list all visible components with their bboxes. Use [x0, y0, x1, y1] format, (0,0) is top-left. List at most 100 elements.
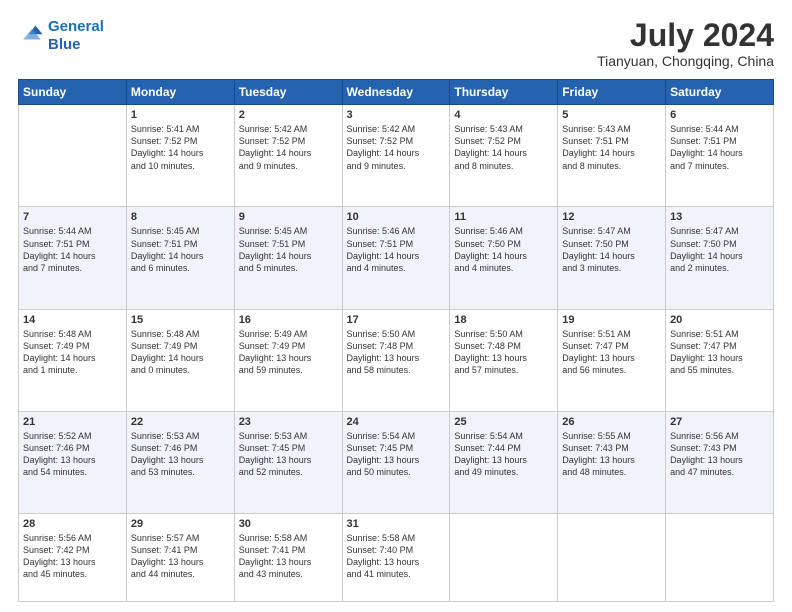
table-row: 2Sunrise: 5:42 AM Sunset: 7:52 PM Daylig…: [234, 105, 342, 207]
calendar-week-row: 14 Sunrise: 5:48 AM Sunset: 7:49 PM Dayli…: [19, 309, 774, 411]
day-number: 26: [562, 416, 661, 428]
cell-info: Sunrise: 5:51 AM Sunset: 7:47 PM Dayligh…: [670, 328, 769, 377]
table-row: 21 Sunrise: 5:52 AM Sunset: 7:46 PM Dayli…: [19, 411, 127, 513]
day-number: 3: [347, 109, 446, 121]
day-number: 13: [670, 211, 769, 223]
day-number: 16: [239, 314, 338, 326]
cell-info: Sunrise: 5:57 AM Sunset: 7:41 PM Dayligh…: [131, 532, 230, 581]
calendar-week-row: 21 Sunrise: 5:52 AM Sunset: 7:46 PM Dayli…: [19, 411, 774, 513]
day-number: 9: [239, 211, 338, 223]
header-saturday: Saturday: [666, 80, 774, 105]
title-block: July 2024 Tianyuan, Chongqing, China: [597, 18, 774, 69]
logo: General Blue: [18, 18, 104, 54]
table-row: 13Sunrise: 5:47 AM Sunset: 7:50 PM Dayli…: [666, 207, 774, 309]
day-number: 14: [23, 314, 122, 326]
cell-info: Sunrise: 5:49 AM Sunset: 7:49 PM Dayligh…: [239, 328, 338, 377]
logo-general: General: [48, 18, 104, 35]
table-row: 23 Sunrise: 5:53 AM Sunset: 7:45 PM Dayli…: [234, 411, 342, 513]
day-number: 30: [239, 518, 338, 530]
table-row: 9 Sunrise: 5:45 AM Sunset: 7:51 PM Daylig…: [234, 207, 342, 309]
calendar-week-row: 1 Sunrise: 5:41 AM Sunset: 7:52 PM Daylig…: [19, 105, 774, 207]
cell-info: Sunrise: 5:41 AM Sunset: 7:52 PM Dayligh…: [131, 123, 230, 172]
table-row: 15 Sunrise: 5:48 AM Sunset: 7:49 PM Dayli…: [126, 309, 234, 411]
table-row: 14 Sunrise: 5:48 AM Sunset: 7:49 PM Dayli…: [19, 309, 127, 411]
table-row: [450, 514, 558, 602]
table-row: 18Sunrise: 5:50 AM Sunset: 7:48 PM Dayli…: [450, 309, 558, 411]
cell-info: Sunrise: 5:45 AM Sunset: 7:51 PM Dayligh…: [239, 225, 338, 274]
day-number: 31: [347, 518, 446, 530]
location: Tianyuan, Chongqing, China: [597, 53, 774, 69]
table-row: 19 Sunrise: 5:51 AM Sunset: 7:47 PM Dayli…: [558, 309, 666, 411]
table-row: 25Sunrise: 5:54 AM Sunset: 7:44 PM Dayli…: [450, 411, 558, 513]
table-row: 1 Sunrise: 5:41 AM Sunset: 7:52 PM Daylig…: [126, 105, 234, 207]
day-number: 10: [347, 211, 446, 223]
day-number: 15: [131, 314, 230, 326]
table-row: [19, 105, 127, 207]
table-row: 20 Sunrise: 5:51 AM Sunset: 7:47 PM Dayli…: [666, 309, 774, 411]
header-friday: Friday: [558, 80, 666, 105]
cell-info: Sunrise: 5:48 AM Sunset: 7:49 PM Dayligh…: [23, 328, 122, 377]
cell-info: Sunrise: 5:50 AM Sunset: 7:48 PM Dayligh…: [347, 328, 446, 377]
cell-info: Sunrise: 5:43 AM Sunset: 7:51 PM Dayligh…: [562, 123, 661, 172]
logo-icon: [18, 22, 46, 50]
day-number: 25: [454, 416, 553, 428]
logo-text: General Blue: [48, 18, 104, 54]
table-row: 6 Sunrise: 5:44 AM Sunset: 7:51 PM Daylig…: [666, 105, 774, 207]
table-row: 5 Sunrise: 5:43 AM Sunset: 7:51 PM Daylig…: [558, 105, 666, 207]
cell-info: Sunrise: 5:48 AM Sunset: 7:49 PM Dayligh…: [131, 328, 230, 377]
table-row: 28Sunrise: 5:56 AM Sunset: 7:42 PM Dayli…: [19, 514, 127, 602]
calendar-week-row: 7Sunrise: 5:44 AM Sunset: 7:51 PM Daylig…: [19, 207, 774, 309]
table-row: 29 Sunrise: 5:57 AM Sunset: 7:41 PM Dayli…: [126, 514, 234, 602]
header-tuesday: Tuesday: [234, 80, 342, 105]
cell-info: Sunrise: 5:44 AM Sunset: 7:51 PM Dayligh…: [670, 123, 769, 172]
table-row: 31Sunrise: 5:58 AM Sunset: 7:40 PM Dayli…: [342, 514, 450, 602]
header: General Blue July 2024 Tianyuan, Chongqi…: [18, 18, 774, 69]
day-number: 11: [454, 211, 553, 223]
table-row: 3Sunrise: 5:42 AM Sunset: 7:52 PM Daylig…: [342, 105, 450, 207]
cell-info: Sunrise: 5:44 AM Sunset: 7:51 PM Dayligh…: [23, 225, 122, 274]
day-number: 4: [454, 109, 553, 121]
cell-info: Sunrise: 5:56 AM Sunset: 7:43 PM Dayligh…: [670, 430, 769, 479]
cell-info: Sunrise: 5:58 AM Sunset: 7:41 PM Dayligh…: [239, 532, 338, 581]
day-number: 8: [131, 211, 230, 223]
table-row: [558, 514, 666, 602]
header-wednesday: Wednesday: [342, 80, 450, 105]
day-number: 1: [131, 109, 230, 121]
cell-info: Sunrise: 5:51 AM Sunset: 7:47 PM Dayligh…: [562, 328, 661, 377]
day-number: 18: [454, 314, 553, 326]
table-row: 11 Sunrise: 5:46 AM Sunset: 7:50 PM Dayli…: [450, 207, 558, 309]
table-row: 12Sunrise: 5:47 AM Sunset: 7:50 PM Dayli…: [558, 207, 666, 309]
cell-info: Sunrise: 5:46 AM Sunset: 7:50 PM Dayligh…: [454, 225, 553, 274]
day-number: 17: [347, 314, 446, 326]
calendar-header-row: Sunday Monday Tuesday Wednesday Thursday…: [19, 80, 774, 105]
day-number: 29: [131, 518, 230, 530]
table-row: 27 Sunrise: 5:56 AM Sunset: 7:43 PM Dayli…: [666, 411, 774, 513]
table-row: 22Sunrise: 5:53 AM Sunset: 7:46 PM Dayli…: [126, 411, 234, 513]
day-number: 20: [670, 314, 769, 326]
table-row: 4 Sunrise: 5:43 AM Sunset: 7:52 PM Daylig…: [450, 105, 558, 207]
cell-info: Sunrise: 5:43 AM Sunset: 7:52 PM Dayligh…: [454, 123, 553, 172]
cell-info: Sunrise: 5:45 AM Sunset: 7:51 PM Dayligh…: [131, 225, 230, 274]
table-row: 8 Sunrise: 5:45 AM Sunset: 7:51 PM Daylig…: [126, 207, 234, 309]
day-number: 21: [23, 416, 122, 428]
table-row: 17 Sunrise: 5:50 AM Sunset: 7:48 PM Dayli…: [342, 309, 450, 411]
cell-info: Sunrise: 5:42 AM Sunset: 7:52 PM Dayligh…: [239, 123, 338, 172]
cell-info: Sunrise: 5:52 AM Sunset: 7:46 PM Dayligh…: [23, 430, 122, 479]
month-year: July 2024: [597, 18, 774, 53]
day-number: 6: [670, 109, 769, 121]
day-number: 23: [239, 416, 338, 428]
header-monday: Monday: [126, 80, 234, 105]
table-row: 26Sunrise: 5:55 AM Sunset: 7:43 PM Dayli…: [558, 411, 666, 513]
day-number: 28: [23, 518, 122, 530]
logo-blue: Blue: [48, 36, 104, 54]
table-row: 16 Sunrise: 5:49 AM Sunset: 7:49 PM Dayli…: [234, 309, 342, 411]
day-number: 5: [562, 109, 661, 121]
day-number: 27: [670, 416, 769, 428]
day-number: 19: [562, 314, 661, 326]
day-number: 22: [131, 416, 230, 428]
cell-info: Sunrise: 5:47 AM Sunset: 7:50 PM Dayligh…: [562, 225, 661, 274]
header-sunday: Sunday: [19, 80, 127, 105]
calendar-table: Sunday Monday Tuesday Wednesday Thursday…: [18, 79, 774, 602]
cell-info: Sunrise: 5:53 AM Sunset: 7:45 PM Dayligh…: [239, 430, 338, 479]
calendar-week-row: 28Sunrise: 5:56 AM Sunset: 7:42 PM Dayli…: [19, 514, 774, 602]
